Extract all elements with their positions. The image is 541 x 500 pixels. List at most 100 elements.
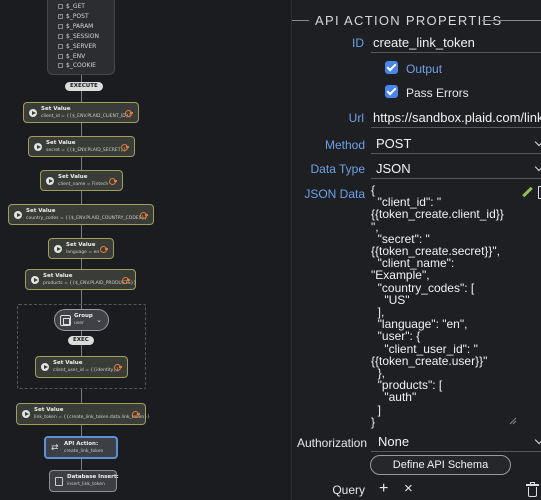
set-value-node[interactable]: Set Value language = en	[48, 238, 114, 259]
method-label: Method	[324, 138, 365, 152]
id-input[interactable]: create_link_token	[373, 35, 475, 50]
node-subtitle: insert_link_token	[67, 482, 105, 487]
output-label: Output	[406, 62, 443, 76]
output-toggle-icon[interactable]	[122, 276, 130, 284]
id-input-underline	[371, 52, 541, 53]
data-type-label: Data Type	[310, 162, 365, 176]
set-value-node[interactable]: Set Value client_user_id = {{identity}}	[35, 356, 128, 378]
output-toggle-icon[interactable]	[100, 245, 108, 253]
variable-icon	[58, 63, 63, 68]
query-label: Query	[332, 483, 365, 497]
pencil-icon[interactable]	[521, 187, 533, 199]
define-api-schema-button[interactable]: Define API Schema	[370, 455, 511, 475]
chevron-down-icon[interactable]: ⌄	[96, 316, 102, 324]
variable-icon	[58, 24, 63, 29]
node-title: Database Insert:	[67, 474, 119, 480]
url-input[interactable]: https://sandbox.plaid.com/link/t	[373, 110, 541, 125]
variable-icon	[58, 34, 63, 39]
play-icon	[29, 108, 37, 117]
play-icon	[46, 176, 54, 185]
flow-canvas[interactable]: $_GET › $_POST $_PARAM $_SESSION $_SERVE…	[0, 0, 291, 500]
api-action-node[interactable]: ⇄ API Action: create_link_token	[44, 436, 118, 459]
panel-title: API ACTION PROPERTIES	[315, 13, 503, 28]
json-data-textarea[interactable]: { "client_id": " {{token_create.client_i…	[371, 184, 518, 428]
url-input-underline	[371, 127, 541, 128]
play-icon	[22, 410, 30, 418]
resize-handle-icon[interactable]	[509, 417, 517, 425]
set-value-node[interactable]: Set Value products = {{$_ENV.PLAID_PRODU…	[25, 269, 136, 290]
method-select[interactable]: POST	[376, 136, 411, 151]
connector	[81, 425, 82, 436]
authorization-select[interactable]: None	[378, 434, 409, 449]
play-icon	[41, 363, 49, 371]
properties-panel: API ACTION PROPERTIES ID create_link_tok…	[291, 0, 541, 500]
output-toggle-icon[interactable]	[132, 411, 140, 418]
header-divider	[292, 20, 309, 21]
output-toggle-icon[interactable]	[140, 211, 148, 219]
connector	[81, 459, 82, 470]
group-title: Group	[74, 313, 93, 319]
execute-badge: EXECUTE	[65, 82, 103, 91]
variable-icon	[58, 54, 63, 59]
play-icon	[14, 210, 22, 219]
data-type-select-underline	[371, 178, 541, 179]
node-title: Set Value	[41, 106, 71, 112]
connector	[81, 123, 82, 136]
group-node[interactable]: Group user ⌄	[54, 309, 109, 331]
connector	[81, 157, 82, 170]
trash-icon[interactable]	[526, 482, 539, 497]
add-icon[interactable]: +	[379, 481, 388, 497]
method-select-underline	[371, 153, 541, 154]
database-insert-node[interactable]: Database Insert: insert_link_token	[49, 470, 119, 492]
variable-item[interactable]: $_COOKIE	[58, 62, 96, 69]
node-subtitle: client_user_id = {{identity}}	[53, 368, 120, 373]
connector	[81, 191, 82, 204]
authorization-select-underline	[371, 451, 541, 452]
variable-item[interactable]: $_POST	[58, 13, 89, 20]
set-value-node[interactable]: Set Value link_token = {{create_link_tok…	[16, 403, 150, 425]
data-type-select[interactable]: JSON	[376, 161, 411, 176]
trash-lid	[526, 484, 539, 486]
id-label: ID	[352, 36, 364, 50]
output-toggle-icon[interactable]	[121, 143, 129, 151]
variable-icon	[58, 4, 63, 9]
variable-item[interactable]: $_GET	[58, 3, 85, 10]
node-title: Set Value	[43, 273, 73, 279]
variable-item[interactable]: $_PARAM	[58, 23, 93, 30]
node-title: Set Value	[34, 407, 64, 413]
chevron-down-icon[interactable]	[536, 166, 541, 171]
url-label: Url	[348, 111, 364, 125]
set-value-node[interactable]: Set Value client_id = {{$_ENV.PLAID_CLIE…	[23, 102, 139, 123]
variable-item[interactable]: $_SERVER	[58, 43, 96, 50]
variable-icon	[58, 44, 63, 49]
close-icon[interactable]: ×	[404, 481, 413, 496]
node-subtitle: language = en	[66, 250, 100, 255]
node-title: API Action:	[64, 441, 99, 447]
node-title: Set Value	[26, 208, 56, 214]
group-subtitle: user	[74, 321, 84, 326]
node-subtitle: secret = {{$_ENV.PLAID_SECRET}}	[46, 148, 127, 153]
connector	[81, 259, 82, 269]
chevron-down-icon[interactable]	[536, 141, 541, 146]
play-icon	[31, 275, 39, 284]
exec-badge: EXEC	[68, 336, 94, 345]
variable-item[interactable]: $_SESSION	[58, 33, 99, 40]
set-value-node[interactable]: Set Value client_name = Fintech	[40, 170, 123, 191]
pass-errors-checkbox[interactable]	[385, 85, 398, 98]
set-value-node[interactable]: Set Value country_codes = {{$_ENV.PLAID_…	[8, 204, 154, 225]
output-toggle-icon[interactable]	[109, 177, 117, 185]
trash-can	[528, 487, 537, 497]
database-icon	[55, 477, 63, 486]
json-data-label: JSON Data	[304, 187, 365, 201]
variable-item[interactable]: $_ENV	[58, 53, 85, 60]
pass-errors-label: Pass Errors	[406, 86, 469, 100]
node-subtitle: client_id = {{$_ENV.PLAID_CLIENT_ID}}	[41, 114, 132, 119]
panel-header: API ACTION PROPERTIES	[292, 10, 541, 30]
output-toggle-icon[interactable]	[114, 364, 122, 371]
output-checkbox[interactable]	[385, 61, 398, 74]
node-title: Set Value	[53, 360, 83, 366]
output-toggle-icon[interactable]	[125, 109, 133, 117]
set-value-node[interactable]: Set Value secret = {{$_ENV.PLAID_SECRET}…	[28, 136, 135, 157]
connector	[81, 225, 82, 238]
chevron-down-icon[interactable]	[536, 439, 541, 444]
